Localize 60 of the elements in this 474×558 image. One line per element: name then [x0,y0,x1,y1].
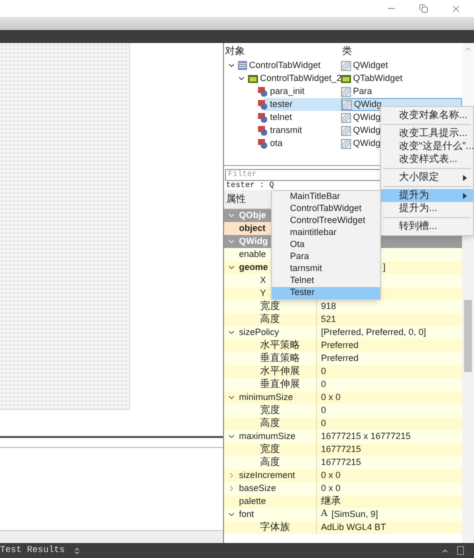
property-value: 16777215 [321,456,362,469]
class-name: Para [353,84,372,98]
property-name: 水平策略 [260,338,300,352]
property-name: font [239,508,254,521]
property-name: 宽度 [260,442,280,456]
property-value: [SimSun, 9] [332,508,378,521]
object-name: ota [270,136,283,150]
property-name: 高度 [260,312,280,327]
property-name: maximumSize [239,430,296,443]
property-name: baseSize [239,482,276,495]
property-name: geome [239,260,268,274]
property-name: 字体族 [260,520,290,535]
property-value: 0 [321,378,326,391]
property-name: palette [239,494,266,508]
property-name: 高度 [260,456,280,470]
property-name: 垂直策略 [260,352,300,366]
property-value: 0 x 0 [321,482,341,495]
object-name: telnet [270,110,292,124]
property-value: 0 x 0 [321,468,341,482]
class-name: QWidg [354,98,382,111]
property-value: ] [383,260,386,274]
class-name: QWidg [353,124,381,137]
class-name: QTabWidget [353,72,403,85]
object-name: transmit [270,124,302,137]
property-value: Preferred [321,338,359,352]
property-name: X [260,274,266,287]
object-name: tester [270,98,293,111]
group-name: QObje [239,209,266,222]
property-name: sizePolicy [239,326,280,339]
class-name: QWidget [353,58,388,72]
object-name: ControlTabWidget_2 [260,72,342,85]
property-value: 918 [321,300,336,313]
property-name: 高度 [260,416,280,431]
property-name: object [239,222,266,235]
property-value: 16777215 [321,442,362,456]
property-value: 0 x 0 [321,390,341,404]
property-value: 0 [321,364,326,378]
font-icon: A [321,508,328,522]
property-name: enable [239,248,266,261]
property-value: AdLib WGL4 BT [321,520,386,534]
property-name: 水平伸展 [260,364,300,378]
property-name: Y [260,286,266,300]
object-name: ControlTabWidget [249,58,321,72]
property-name: 宽度 [260,300,280,314]
property-value: 16777215 x 16777215 [321,430,411,443]
property-value: 0 [321,416,326,430]
current-object-label: tester : Q [226,180,274,190]
property-name: 垂直伸展 [260,378,300,392]
property-value: Preferred [321,352,359,365]
class-name: QWidg [353,136,381,150]
object-name: para_init [270,84,305,98]
class-name: QWidg [353,110,381,124]
property-name: minimumSize [239,390,294,404]
property-value: [Preferred, Preferred, 0, 0] [321,326,426,339]
property-name: 宽度 [260,404,280,418]
property-name: sizeIncrement [239,468,296,482]
property-value: 继承 [321,494,341,509]
property-value: 0 [321,404,326,417]
group-name: QWidg [239,234,268,248]
property-value: 521 [321,312,336,326]
